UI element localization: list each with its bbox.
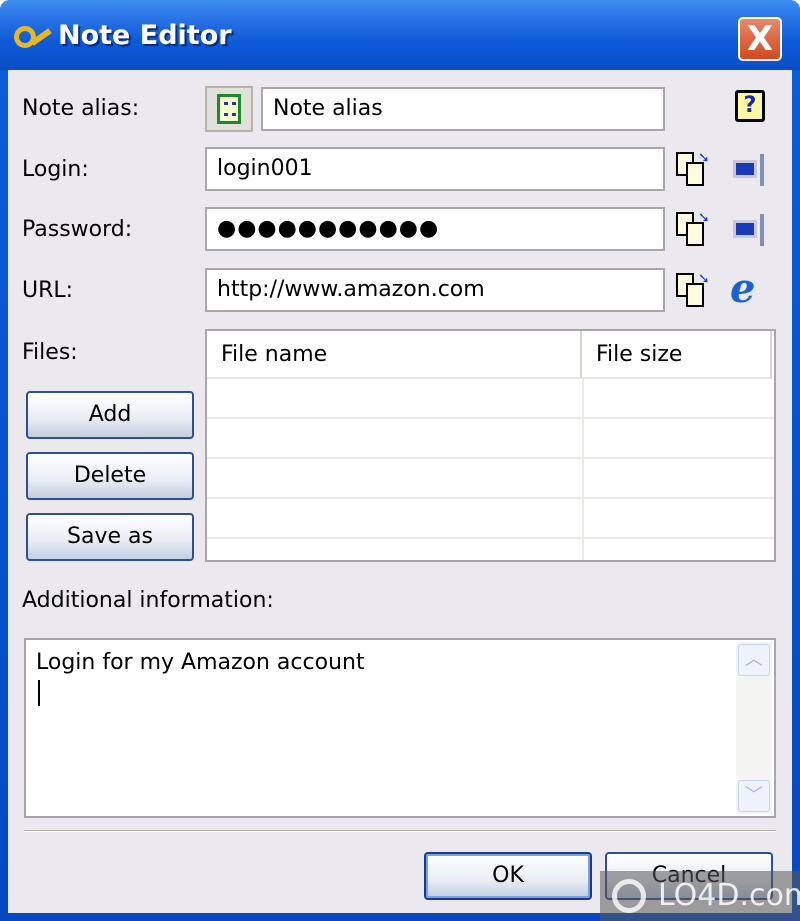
text-cursor [38, 680, 40, 706]
url-label: URL: [22, 278, 74, 303]
copy-login-icon[interactable]: ➘ [676, 150, 710, 188]
url-input[interactable]: http://www.amazon.com [205, 268, 665, 312]
window-title: Note Editor [58, 20, 232, 51]
files-label: Files: [22, 340, 78, 365]
close-button[interactable]: X [738, 17, 782, 61]
dialog-body: Note alias: Note alias ? Login: login001… [8, 70, 792, 913]
internet-explorer-icon[interactable]: e [730, 269, 772, 310]
password-input[interactable]: ●●●●●●●●●●● [205, 207, 665, 251]
note-editor-window: Note Editor X Note alias: Note alias ? L… [0, 0, 800, 921]
separator [24, 830, 776, 832]
column-divider [582, 379, 584, 560]
autotype-password-icon[interactable] [733, 214, 769, 246]
watermark-logo-icon [612, 879, 646, 913]
scroll-up-button[interactable]: ︿ [738, 644, 770, 676]
table-row [207, 537, 774, 539]
additional-info-textarea[interactable]: Login for my Amazon account ︿ ﹀ [24, 638, 776, 818]
column-header-file-name[interactable]: File name [207, 331, 582, 379]
delete-file-button[interactable]: Delete [26, 452, 194, 500]
additional-info-text: Login for my Amazon account [36, 650, 365, 675]
lo4d-watermark: LO4D.com [600, 871, 800, 921]
note-alias-input[interactable]: Note alias [261, 87, 665, 131]
column-header-file-size[interactable]: File size [582, 331, 772, 379]
table-row [207, 457, 774, 459]
copy-url-icon[interactable]: ➘ [676, 271, 710, 309]
note-icon-button[interactable] [205, 86, 253, 132]
copy-password-icon[interactable]: ➘ [676, 210, 710, 248]
save-file-as-button[interactable]: Save as [26, 513, 194, 561]
files-table[interactable]: File name File size [205, 329, 776, 562]
vertical-scrollbar[interactable]: ︿ ﹀ [736, 642, 772, 814]
help-icon[interactable]: ? [735, 90, 765, 122]
ok-button[interactable]: OK [424, 852, 592, 900]
table-row [207, 497, 774, 499]
add-file-button[interactable]: Add [26, 391, 194, 439]
additional-info-label: Additional information: [22, 588, 274, 613]
autotype-login-icon[interactable] [733, 154, 769, 186]
scroll-down-button[interactable]: ﹀ [738, 780, 770, 812]
login-input[interactable]: login001 [205, 147, 665, 191]
watermark-text: LO4D.com [658, 878, 800, 913]
password-label: Password: [22, 217, 133, 242]
login-label: Login: [22, 157, 89, 182]
note-alias-label: Note alias: [22, 96, 140, 121]
table-row [207, 417, 774, 419]
title-bar[interactable]: Note Editor X [0, 0, 800, 70]
key-icon [14, 24, 52, 54]
